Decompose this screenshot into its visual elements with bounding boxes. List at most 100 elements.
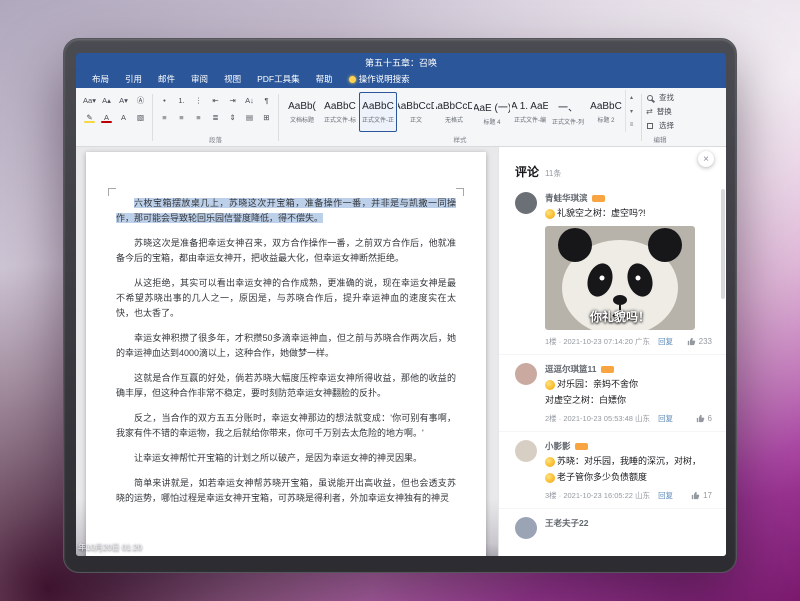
- comment-text-line: 对乐园：亲妈不舍你: [545, 378, 712, 391]
- desktop-background: 第五十五章：召唤 布局引用邮件审阅视图PDF工具集帮助 操作说明搜索 Aa▾A▴…: [0, 0, 800, 601]
- comment-username[interactable]: 王老夫子22: [545, 517, 588, 529]
- highlight-color-button[interactable]: ✎: [82, 110, 97, 124]
- style-preview: A 1. AaE: [511, 101, 549, 112]
- select-button[interactable]: 选择: [646, 119, 674, 132]
- style-label: 文档标题: [290, 115, 314, 124]
- select-icon: [647, 123, 653, 129]
- bullet-list-button-icon: •: [163, 96, 166, 105]
- work-area: 六枚宝箱摆放桌几上，苏晓这次开宝箱，准备操作一番，并非是与凯撒一同操作，那可能会…: [76, 147, 726, 556]
- style-cell-4[interactable]: AaBbCcD.无格式: [435, 92, 473, 132]
- find-button[interactable]: 查找: [646, 91, 674, 104]
- ribbon-tab-6[interactable]: 帮助: [308, 71, 341, 88]
- like-button[interactable]: 233: [687, 337, 712, 346]
- comment-text-line: 礼貌空之树：虚空吗?!: [545, 207, 712, 220]
- window-titlebar[interactable]: 第五十五章：召唤: [76, 53, 726, 71]
- tell-me-search[interactable]: 操作说明搜索: [341, 71, 418, 88]
- like-button[interactable]: 6: [696, 414, 712, 423]
- comment-username[interactable]: 青蛙华琪滨: [545, 192, 588, 204]
- numbered-list-button[interactable]: 1.: [174, 93, 189, 107]
- comment-username[interactable]: 逗逗尔琪篮11: [545, 363, 597, 375]
- comments-scrollbar[interactable]: [721, 147, 725, 556]
- style-preview: AaBbC: [590, 101, 622, 112]
- shading-button[interactable]: ▤: [242, 110, 257, 124]
- align-left-button[interactable]: ≡: [157, 110, 172, 124]
- comment-image[interactable]: 你礼貌吗！: [545, 226, 695, 330]
- user-avatar[interactable]: [515, 440, 537, 462]
- justify-button[interactable]: ≣: [208, 110, 223, 124]
- group-divider: [641, 94, 642, 141]
- gallery-more[interactable]: ≡: [626, 118, 637, 132]
- style-cell-8[interactable]: AaBbC标题 2: [587, 92, 625, 132]
- ribbon-tab-2[interactable]: 邮件: [150, 71, 183, 88]
- style-cell-6[interactable]: A 1. AaE正式文件-编: [511, 92, 549, 132]
- reply-button[interactable]: 回复: [658, 413, 673, 424]
- font-color-button[interactable]: A: [99, 110, 114, 124]
- font-name-dropdown-icon: Aa▾: [83, 96, 96, 105]
- thumbs-up-icon: [687, 337, 696, 346]
- document-page[interactable]: 六枚宝箱摆放桌几上，苏晓这次开宝箱，准备操作一番，并非是与凯撒一同操作，那可能会…: [86, 152, 486, 556]
- gallery-scroll-down[interactable]: ▾: [626, 104, 637, 118]
- comment-meta: 3楼 · 2021-10-23 16:05:22 山东: [545, 490, 650, 501]
- document-paragraph-4[interactable]: 这就是合作互赢的好处，倘若苏晓大幅度压榨幸运女神所得收益，那他的收益的确丰厚，但…: [116, 371, 456, 401]
- grow-font-button[interactable]: A▴: [99, 93, 114, 107]
- character-shading-button-icon: ▧: [137, 113, 144, 122]
- style-label: 标题 4: [483, 117, 500, 126]
- style-preview: AaBb(: [288, 101, 316, 112]
- ribbon-tab-4[interactable]: 视图: [216, 71, 249, 88]
- ribbon-tab-1[interactable]: 引用: [117, 71, 150, 88]
- style-cell-3[interactable]: AaBbCcD正文: [397, 92, 435, 132]
- user-avatar[interactable]: [515, 192, 537, 214]
- comment-username[interactable]: 小影影: [545, 440, 571, 452]
- multilevel-list-button[interactable]: ⋮: [191, 93, 206, 107]
- style-cell-1[interactable]: AaBbC正式文件-标: [321, 92, 359, 132]
- numbered-list-button-icon: 1.: [178, 96, 184, 105]
- replace-icon: ⇄: [646, 108, 653, 116]
- scrollbar-thumb[interactable]: [721, 189, 725, 299]
- document-paragraph-1[interactable]: 苏晓这次是准备把幸运女神召来，双方合作操作一番，之前双方合作后，他就准备今后的宝…: [116, 236, 456, 266]
- document-paragraph-7[interactable]: 简单来讲就是，如若幸运女神帮苏晓开宝箱，虽说能开出高收益，但也会透支苏晓的运势，…: [116, 476, 456, 506]
- comment-item: 王老夫子22: [499, 509, 726, 546]
- document-paragraph-6[interactable]: 让幸运女神帮忙开宝箱的计划之所以破产，是因为幸运女神的神灵因果。: [116, 451, 456, 466]
- style-cell-2[interactable]: AaBbC正式文件-正: [359, 92, 397, 132]
- gallery-scroll-up[interactable]: ▴: [626, 90, 637, 104]
- text-boundary-mark: [108, 188, 116, 196]
- emote-icon: [545, 380, 555, 390]
- text-effects-button[interactable]: A: [116, 110, 131, 124]
- borders-button[interactable]: ⊞: [259, 110, 274, 124]
- reply-button[interactable]: 回复: [658, 336, 673, 347]
- clear-formatting-button[interactable]: Ⓐ: [133, 93, 148, 107]
- increase-indent-button[interactable]: ⇥: [225, 93, 240, 107]
- replace-button[interactable]: ⇄替换: [646, 105, 674, 118]
- sort-button[interactable]: A↓: [242, 93, 257, 107]
- character-shading-button[interactable]: ▧: [133, 110, 148, 124]
- align-center-button[interactable]: ≡: [174, 110, 189, 124]
- document-paragraph-2[interactable]: 从这拒绝，其实可以看出幸运女神的合作成熟，更准确的说，现在幸运女神是最不希望苏晓…: [116, 276, 456, 321]
- group-divider: [278, 94, 279, 141]
- ribbon-tab-5[interactable]: PDF工具集: [249, 71, 308, 88]
- style-cell-7[interactable]: 一、正式文件-列: [549, 92, 587, 132]
- reply-button[interactable]: 回复: [658, 490, 673, 501]
- shrink-font-button[interactable]: A▾: [116, 93, 131, 107]
- style-label: 正式文件-列: [552, 117, 584, 126]
- style-preview: AaBbCcD.: [435, 101, 473, 112]
- document-canvas[interactable]: 六枚宝箱摆放桌几上，苏晓这次开宝箱，准备操作一番，并非是与凯撒一同操作，那可能会…: [76, 147, 498, 556]
- font-name-dropdown[interactable]: Aa▾: [82, 93, 97, 107]
- user-avatar[interactable]: [515, 363, 537, 385]
- show-marks-button[interactable]: ¶: [259, 93, 274, 107]
- bullet-list-button[interactable]: •: [157, 93, 172, 107]
- style-cell-5[interactable]: AaE (一)标题 4: [473, 92, 511, 132]
- align-right-button[interactable]: ≡: [191, 110, 206, 124]
- text-effects-button-icon: A: [121, 113, 126, 122]
- style-cell-0[interactable]: AaBb( 文档标题: [283, 92, 321, 132]
- ribbon-tab-0[interactable]: 布局: [84, 71, 117, 88]
- user-avatar[interactable]: [515, 517, 537, 539]
- ribbon-tab-3[interactable]: 审阅: [183, 71, 216, 88]
- decrease-indent-button[interactable]: ⇤: [208, 93, 223, 107]
- like-button[interactable]: 17: [691, 491, 712, 500]
- document-paragraph-0[interactable]: 六枚宝箱摆放桌几上，苏晓这次开宝箱，准备操作一番，并非是与凯撒一同操作，那可能会…: [116, 196, 456, 226]
- document-paragraph-5[interactable]: 反之，当合作的双方五五分账时，幸运女神那边的想法就变成：'你可别有事啊，我家有件…: [116, 411, 456, 441]
- find-button-label: 查找: [659, 92, 674, 103]
- close-comments-button[interactable]: ×: [698, 151, 714, 167]
- line-spacing-button[interactable]: ⇕: [225, 110, 240, 124]
- document-paragraph-3[interactable]: 幸运女神积攒了很多年，才积攒50多滴幸运神血，但之前与苏晓合作两次后，她的幸运神…: [116, 331, 456, 361]
